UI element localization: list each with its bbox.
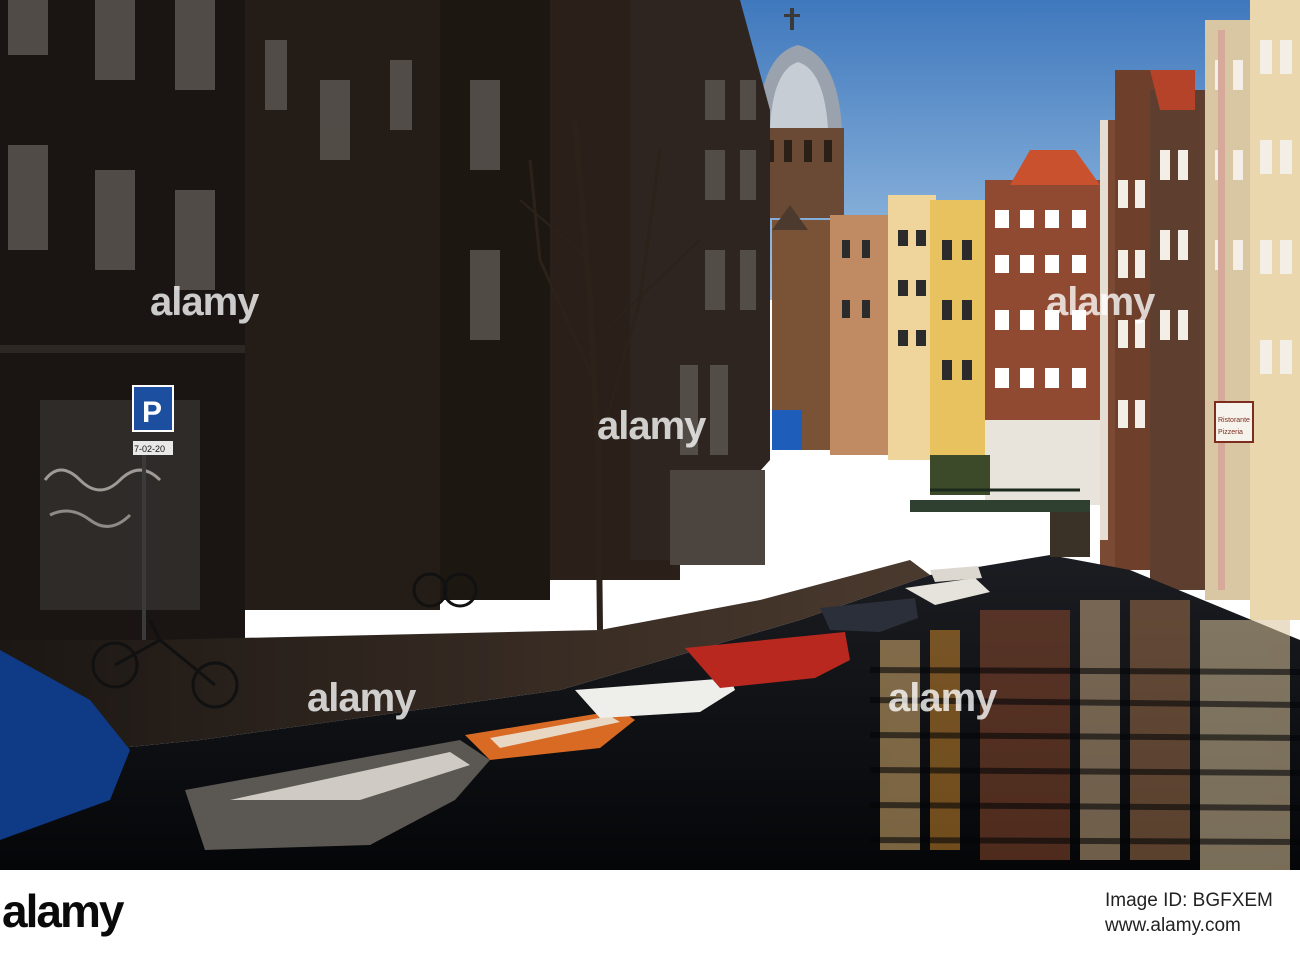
alamy-logo[interactable]: alamy xyxy=(2,884,124,938)
watermark-text: alamy xyxy=(888,676,997,720)
watermark-text: alamy xyxy=(150,280,259,324)
watermark-text: alamy xyxy=(307,676,416,720)
svg-text:Ristorante: Ristorante xyxy=(1218,417,1250,424)
restaurant-sign: Ristorante Pizzeria xyxy=(1214,401,1254,443)
small-bridge xyxy=(910,488,1090,557)
stock-photo-canvas: Ristorante Pizzeria P 7-02-20 alamy alam… xyxy=(0,0,1300,960)
site-url-link[interactable]: www.alamy.com xyxy=(1105,915,1241,937)
left-dark-houses xyxy=(0,0,802,640)
svg-text:7-02-20: 7-02-20 xyxy=(134,444,165,454)
watermark-text: alamy xyxy=(597,404,706,448)
svg-text:P: P xyxy=(142,396,162,429)
image-id-label: Image ID: BGFXEM xyxy=(1105,890,1273,911)
canal-photograph: Ristorante Pizzeria P 7-02-20 alamy alam… xyxy=(0,0,1300,870)
svg-text:Pizzeria: Pizzeria xyxy=(1218,429,1243,436)
watermark-text: alamy xyxy=(1046,280,1155,324)
